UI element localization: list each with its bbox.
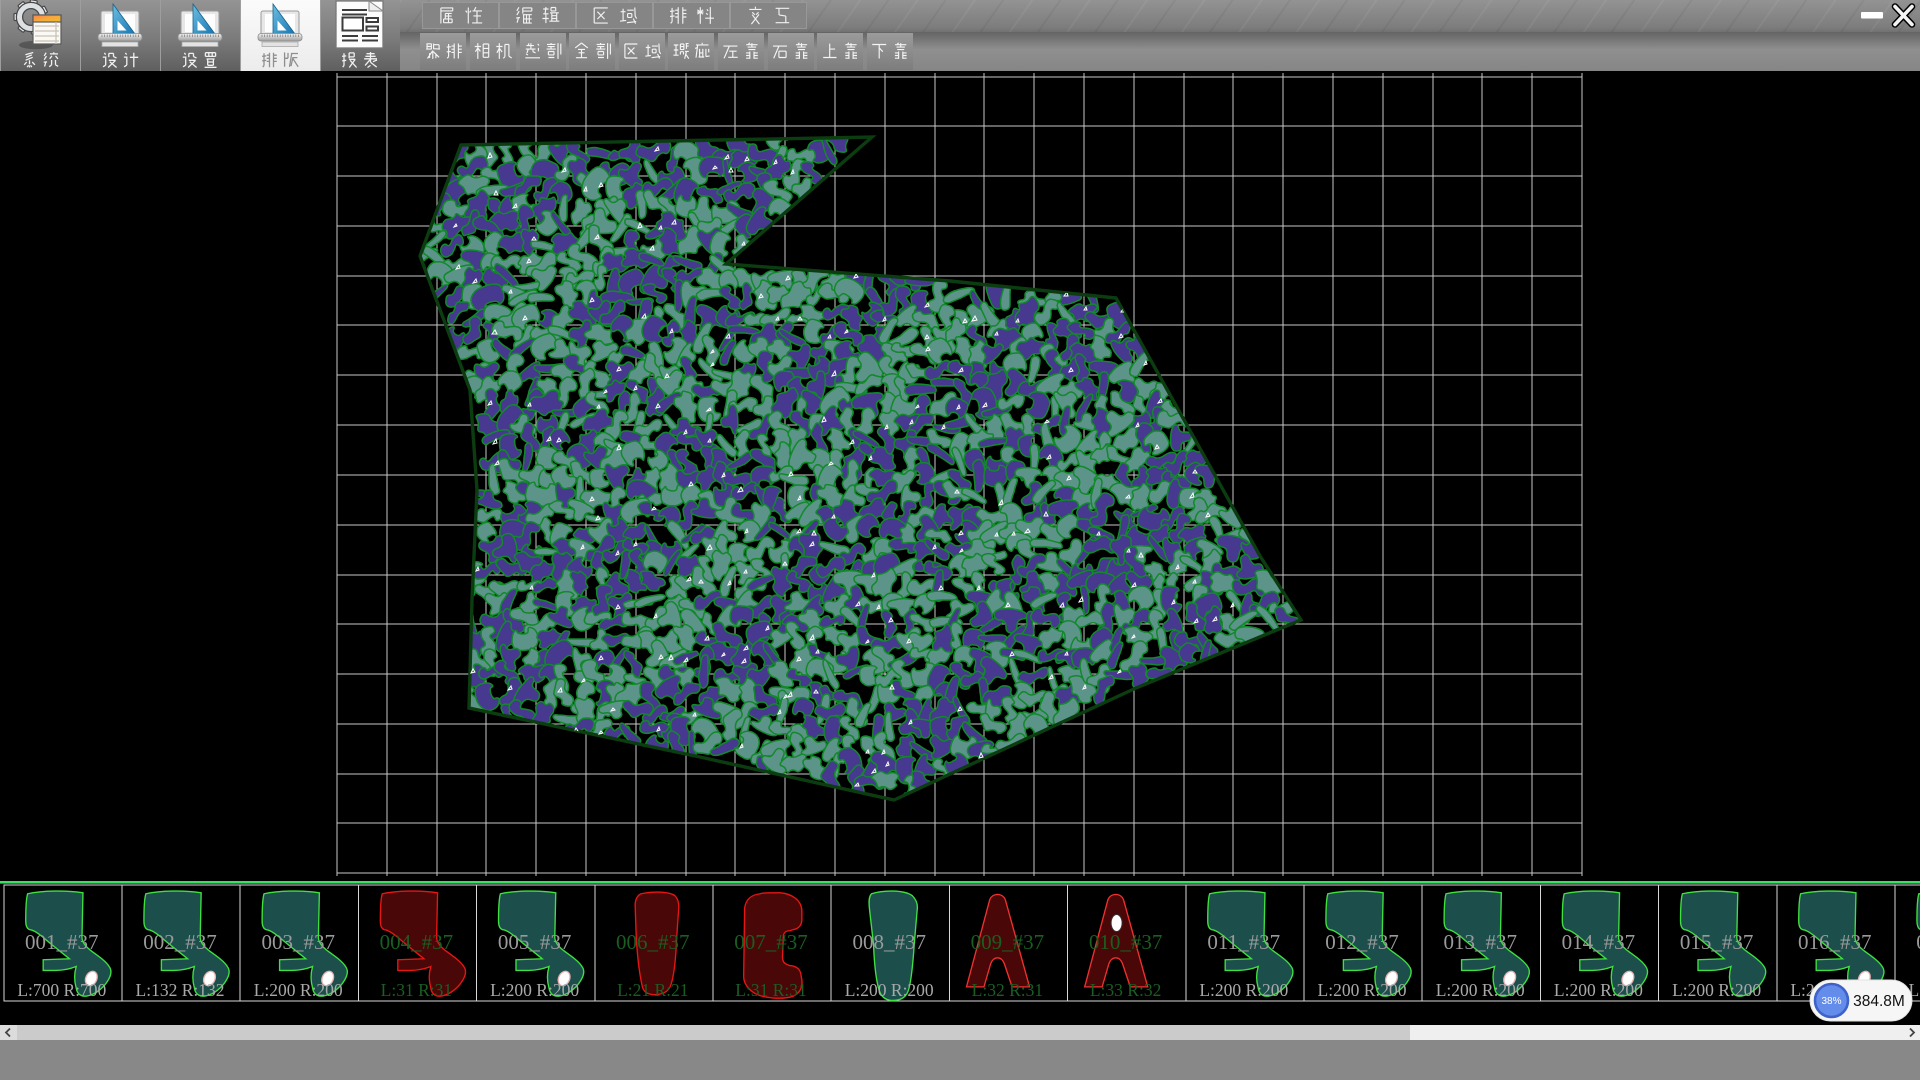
svg-text:L:700 R:700: L:700 R:700 [17,980,106,1000]
svg-text:003_#37: 003_#37 [261,930,335,954]
svg-text:006_#37: 006_#37 [616,930,690,954]
svg-text:012_#37: 012_#37 [1325,930,1399,954]
svg-text:014_#37: 014_#37 [1562,930,1636,954]
svg-text:L:200 R:200: L:200 R:200 [490,980,579,1000]
svg-text:002_#37: 002_#37 [143,930,217,954]
svg-text:011_#37: 011_#37 [1207,930,1280,954]
svg-text:L:200 R:200: L:200 R:200 [1554,980,1643,1000]
svg-text:L:200 R:200: L:200 R:200 [845,980,934,1000]
svg-text:005_#37: 005_#37 [498,930,571,954]
svg-text:008_#37: 008_#37 [852,930,926,954]
svg-text:007_#37: 007_#37 [734,930,808,954]
svg-text:010_#37: 010_#37 [1089,930,1163,954]
svg-text:009_#37: 009_#37 [971,930,1045,954]
svg-text:004_#37: 004_#37 [380,930,454,954]
svg-text:L:200 R:200: L:200 R:200 [254,980,343,1000]
svg-text:L:33 R:32: L:33 R:32 [1090,980,1161,1000]
svg-text:017_#37: 017_#37 [1916,930,1920,954]
svg-text:015_#37: 015_#37 [1680,930,1754,954]
svg-text:L:32 R:31: L:32 R:31 [972,980,1043,1000]
svg-text:L:132 R:132: L:132 R:132 [136,980,225,1000]
svg-text:001_#37: 001_#37 [25,930,99,954]
svg-text:384.8M: 384.8M [1853,993,1905,1010]
svg-text:L:31 R:31: L:31 R:31 [381,980,452,1000]
svg-text:016_#37: 016_#37 [1798,930,1872,954]
svg-text:L:21 R:21: L:21 R:21 [617,980,688,1000]
svg-text:L:200 R:200: L:200 R:200 [1672,980,1761,1000]
svg-text:L:31 R:31: L:31 R:31 [735,980,806,1000]
svg-text:L:200 R:200: L:200 R:200 [1436,980,1525,1000]
svg-text:013_#37: 013_#37 [1443,930,1517,954]
svg-text:38%: 38% [1821,996,1841,1007]
svg-text:L:200 R:200: L:200 R:200 [1199,980,1288,1000]
svg-text:L:200 R:200: L:200 R:200 [1318,980,1407,1000]
